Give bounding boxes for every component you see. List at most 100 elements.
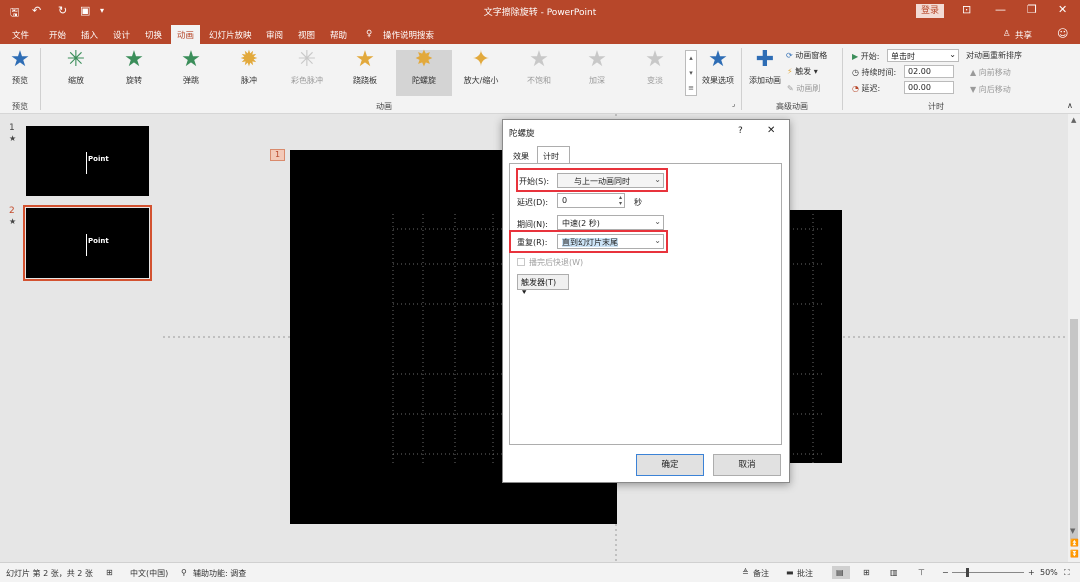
tab-animations[interactable]: 动画 [171,25,201,44]
animation-badge[interactable]: 1 [270,149,285,161]
effect-spinner[interactable]: ✸ 陀螺旋 [399,48,449,86]
scroll-down-icon[interactable]: ▼ [1070,527,1075,535]
duration-input[interactable]: 02.00 [904,65,954,78]
tab-insert[interactable]: 插入 [81,29,98,41]
previous-slide-icon[interactable]: ⏫ [1070,539,1079,547]
delay-input[interactable]: 00.00 [904,81,954,94]
zoom-level[interactable]: 50% [1040,568,1058,577]
ok-button[interactable]: 确定 [636,454,704,476]
effect-spin[interactable]: ★ 旋转 [109,48,159,86]
fit-to-window-icon[interactable]: ⛶ [1064,568,1070,578]
tab-slideshow[interactable]: 幻灯片放映 [209,29,252,41]
preview-star-icon: ★ [10,47,30,72]
add-animation-label: 添加动画 [749,76,781,85]
tell-me-search[interactable]: 操作说明搜索 [383,29,434,41]
animation-pane-button[interactable]: ⟳ 动画窗格 [786,50,827,61]
spellcheck-icon[interactable]: ⊞ [106,568,113,577]
dialog-launcher-icon[interactable]: ⌟ [732,100,735,108]
zoom-in-icon[interactable]: + [1028,568,1035,577]
effect-lighten[interactable]: ★ 变淡 [630,48,680,86]
effect-options-button[interactable]: ★ 效果选项 [697,48,739,86]
restore-icon[interactable]: ❐ [1027,3,1037,16]
tab-review[interactable]: 审阅 [266,29,283,41]
scroll-up-icon[interactable]: ▲ [1071,116,1076,124]
preview-label: 预览 [12,76,28,85]
effect-teeter[interactable]: ★ 跷跷板 [340,48,390,86]
delay-field[interactable]: 0 ▴ ▾ [557,193,625,208]
vertical-scrollbar[interactable]: ▲ ▼ ⏫ ⏬ [1068,114,1080,562]
effect-desaturate[interactable]: ★ 不饱和 [514,48,564,86]
effect-pulse[interactable]: ✹ 脉冲 [224,48,274,86]
collapse-ribbon-icon[interactable]: ∧ [1067,101,1073,110]
share-button[interactable]: 共享 [1015,29,1032,41]
desaturate-star-icon: ★ [529,47,549,72]
delay-field-label: 延迟(D): [517,198,549,207]
start-select-value: 单击时 [891,52,915,61]
effect-label: 彩色脉冲 [291,76,323,85]
animation-painter-label: 动画刷 [796,84,821,93]
comments-button[interactable]: 批注 [797,568,813,579]
add-animation-button[interactable]: ✚ 添加动画 [744,48,786,86]
effect-label: 缩放 [68,76,84,85]
move-earlier-button[interactable]: ▲ 向前移动 [970,67,1011,78]
slide-thumbnail-1[interactable]: Point [26,126,149,196]
gallery-scroll[interactable]: ▴ ▾ ≡ [685,50,697,96]
next-slide-icon[interactable]: ⏬ [1070,550,1079,558]
preview-button[interactable]: ★ 预览 [0,48,45,86]
spinner-star-icon: ✸ [414,47,434,72]
period-dropdown[interactable]: 中速(2 秒) ⌄ [557,215,664,230]
trigger-dropdown-button[interactable]: 触发器(T) ⯆ [517,274,569,297]
tab-view[interactable]: 视图 [298,29,315,41]
trigger-icon: ⚡ [787,67,793,76]
start-select[interactable]: 单击时 ⌄ [887,49,959,62]
effect-darken[interactable]: ★ 加深 [572,48,622,86]
notes-button[interactable]: 备注 [753,568,769,579]
effect-grow-shrink[interactable]: ✦ 放大/缩小 [456,48,506,86]
effect-options-star-icon: ★ [708,47,728,72]
animation-painter-button[interactable]: ✎ 动画刷 [787,83,820,94]
effect-label: 弹跳 [183,76,199,85]
tab-timing-active[interactable]: 计时 [537,146,570,163]
move-later-label: 向后移动 [978,85,1011,94]
ribbon-display-icon[interactable]: ⊡ [962,3,971,16]
reading-view-icon[interactable]: ▥ [890,568,898,577]
zoom-out-icon[interactable]: − [942,568,949,577]
clock-icon: ◷ [852,68,859,77]
start-trigger-label: ▶ 开始: [852,51,879,62]
accessibility-status[interactable]: 辅助功能: 调查 [193,568,246,579]
animation-star-icon: ★ [9,134,17,143]
slideshow-view-icon[interactable]: ⊤ [918,568,925,577]
normal-view-icon[interactable]: ▤ [836,568,844,577]
tab-home[interactable]: 开始 [49,29,66,41]
zoom-slider[interactable] [952,572,1024,573]
cancel-button[interactable]: 取消 [713,454,781,476]
teeter-star-icon: ★ [355,47,375,72]
zoom-slider-thumb[interactable] [966,568,969,577]
scroll-thumb[interactable] [1070,319,1078,539]
grow-shrink-star-icon: ✦ [471,47,491,72]
tab-design[interactable]: 设计 [113,29,130,41]
chevron-down-icon: ⌄ [949,50,956,59]
login-button[interactable]: 登录 [916,4,944,18]
tab-effect[interactable]: 效果 [513,151,529,162]
trigger-button[interactable]: ⚡ 触发 ▾ [787,66,818,77]
tab-help[interactable]: 帮助 [330,29,347,41]
effect-color-pulse[interactable]: ✳ 彩色脉冲 [282,48,332,86]
rewind-checkbox[interactable] [517,258,525,266]
darken-star-icon: ★ [587,47,607,72]
slide-thumbnail-2[interactable]: Point [23,205,152,281]
help-button[interactable]: ? [738,126,743,136]
effect-zoom[interactable]: ✳ 缩放 [51,48,101,86]
smiley-icon[interactable]: ☺ [1057,27,1068,40]
close-icon[interactable]: ✕ [1058,3,1067,16]
dialog-close-button[interactable]: ✕ [767,125,775,136]
spinner-arrows-icon[interactable]: ▴ ▾ [619,195,622,207]
slide-sorter-icon[interactable]: ⊞ [863,568,870,577]
effect-bounce[interactable]: ★ 弹跳 [166,48,216,86]
slide-number: 1 [9,123,15,133]
minimize-icon[interactable]: — [995,3,1006,16]
move-later-button[interactable]: ▼ 向后移动 [970,84,1011,95]
tab-transitions[interactable]: 切换 [145,29,162,41]
language-indicator[interactable]: 中文(中国) [130,568,168,579]
tab-file[interactable]: 文件 [12,29,29,41]
